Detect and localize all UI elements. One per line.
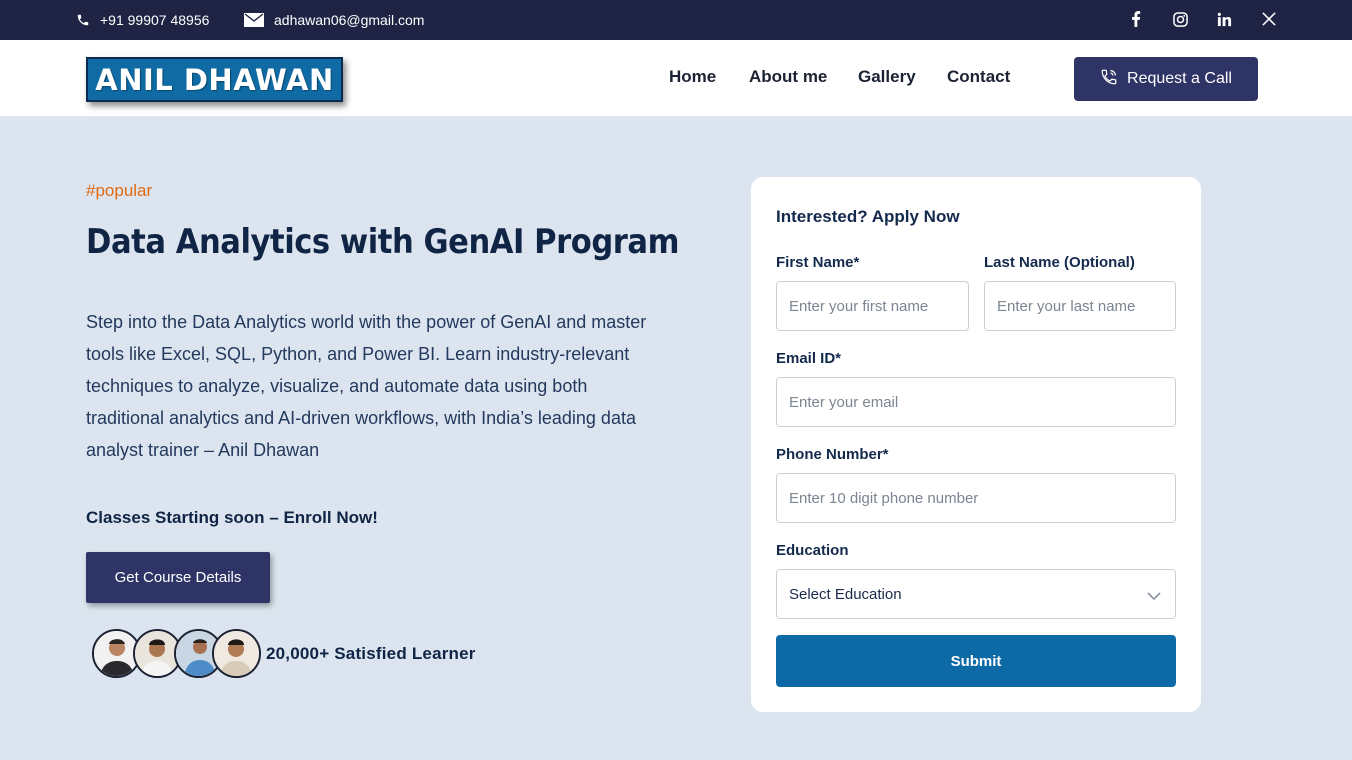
popular-tag: #popular bbox=[86, 181, 153, 200]
get-course-details-button[interactable]: Get Course Details bbox=[86, 552, 270, 603]
mail-icon bbox=[244, 13, 264, 27]
submit-button[interactable]: Submit bbox=[776, 635, 1176, 687]
apply-form-card: Interested? Apply Now First Name* Last N… bbox=[751, 177, 1201, 712]
nav-home[interactable]: Home bbox=[669, 67, 716, 87]
site-logo[interactable]: ANIL DHAWAN bbox=[86, 57, 343, 102]
avatar bbox=[212, 629, 261, 678]
phone-icon bbox=[76, 13, 90, 27]
form-title: Interested? Apply Now bbox=[776, 207, 960, 226]
request-call-button[interactable]: Request a Call bbox=[1074, 57, 1258, 101]
email-contact[interactable]: adhawan06@gmail.com bbox=[244, 0, 424, 40]
education-label: Education bbox=[776, 542, 849, 559]
education-selected-value: Select Education bbox=[789, 585, 902, 603]
phone-ring-icon bbox=[1100, 68, 1118, 91]
email-address: adhawan06@gmail.com bbox=[274, 12, 425, 28]
last-name-field[interactable] bbox=[984, 281, 1176, 331]
nav-gallery[interactable]: Gallery bbox=[858, 67, 916, 87]
nav-contact[interactable]: Contact bbox=[947, 67, 1010, 87]
phone-field[interactable] bbox=[776, 473, 1176, 523]
instagram-icon[interactable] bbox=[1168, 0, 1192, 38]
top-contact-bar: +91 99907 48956 adhawan06@gmail.com bbox=[0, 0, 1352, 40]
linkedin-icon[interactable] bbox=[1212, 0, 1236, 38]
email-label: Email ID* bbox=[776, 350, 842, 367]
program-description: Step into the Data Analytics world with … bbox=[86, 312, 647, 460]
nav-about-me[interactable]: About me bbox=[749, 67, 827, 87]
last-name-label: Last Name (Optional) bbox=[984, 254, 1135, 271]
email-field[interactable] bbox=[776, 377, 1176, 427]
first-name-field[interactable] bbox=[776, 281, 969, 331]
site-header: ANIL DHAWAN Home About me Gallery Contac… bbox=[0, 40, 1352, 117]
facebook-icon[interactable] bbox=[1124, 0, 1148, 38]
education-select[interactable]: Select Education bbox=[776, 569, 1176, 619]
learner-count: 20,000+ Satisfied Learner bbox=[266, 644, 476, 663]
chevron-down-icon bbox=[1147, 588, 1161, 605]
x-icon[interactable] bbox=[1257, 0, 1281, 38]
phone-contact[interactable]: +91 99907 48956 bbox=[76, 0, 209, 40]
first-name-label: First Name* bbox=[776, 254, 860, 271]
phone-label: Phone Number* bbox=[776, 446, 889, 463]
learner-avatars bbox=[92, 629, 262, 679]
enroll-notice: Classes Starting soon – Enroll Now! bbox=[86, 508, 378, 527]
request-call-label: Request a Call bbox=[1127, 70, 1232, 87]
page-title: Data Analytics with GenAI Program bbox=[86, 222, 680, 262]
phone-number: +91 99907 48956 bbox=[100, 12, 210, 28]
